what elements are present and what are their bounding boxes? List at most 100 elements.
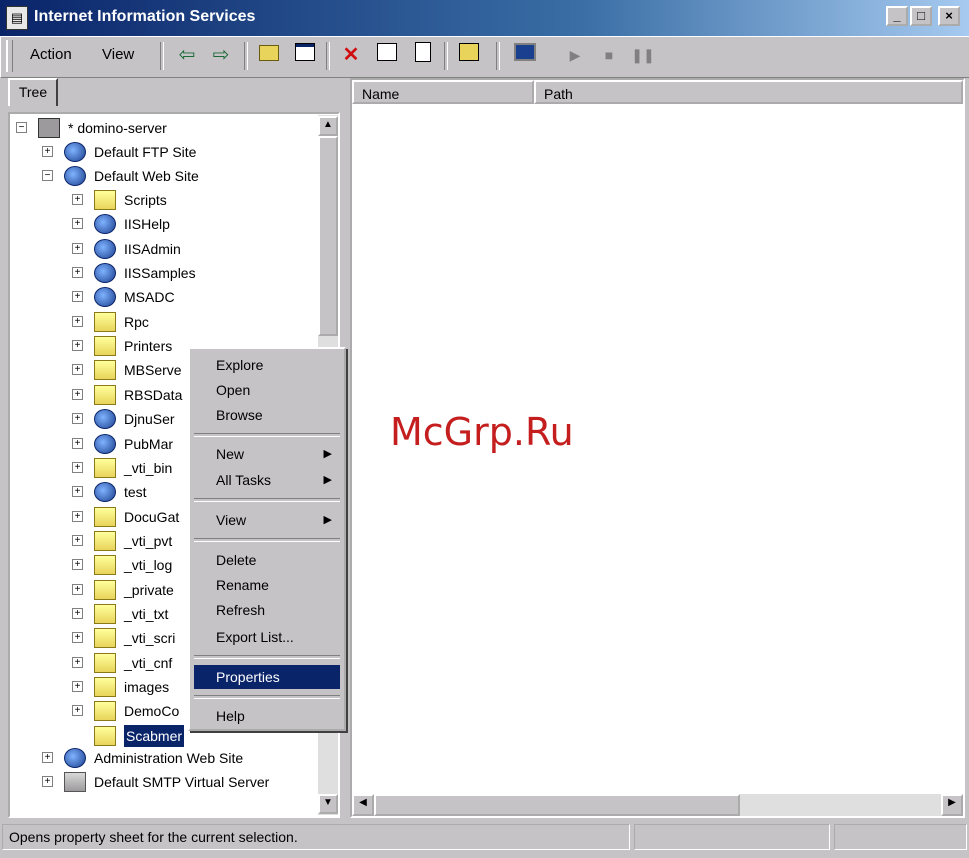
export-icon[interactable] [410,42,436,68]
column-header-path[interactable]: Path [534,80,963,104]
pause-icon[interactable]: ❚❚ [630,42,656,68]
scroll-up-button[interactable]: ▲ [318,116,338,136]
tab-tree[interactable]: Tree [8,78,58,106]
tree-item-label: _vti_log [124,557,173,573]
menu-item-view[interactable]: View ▶ [194,508,340,532]
action-menu[interactable]: Action [30,43,72,67]
menu-item-new[interactable]: New ▶ [194,442,340,466]
tree-item-root[interactable]: − * domino-server [16,116,316,140]
maximize-button[interactable]: □ [910,6,932,26]
menu-item-label: Rename [216,577,269,593]
tree-item-label: DocuGat [124,509,180,525]
status-text: Opens property sheet for the current sel… [2,824,630,850]
tree-item-label: _vti_txt [124,606,169,622]
scroll-left-button[interactable]: ◀ [352,794,374,816]
tree-item-label: IISAdmin [124,241,181,257]
expand-icon[interactable]: + [72,462,83,473]
expand-icon[interactable]: + [72,511,83,522]
tree-item-label: _vti_scri [124,630,176,646]
expand-icon[interactable]: + [72,657,83,668]
expand-icon[interactable]: + [42,752,53,763]
menu-item-label: Browse [216,407,263,423]
tree-item-label: Default Web Site [94,168,199,184]
toolbar-grip[interactable] [6,40,13,72]
folder-icon [94,385,116,405]
tree-item-child[interactable]: + IISAdmin [72,237,312,261]
tree-item-label: Administration Web Site [94,750,244,766]
menu-item-rename[interactable]: Rename [194,573,340,597]
up-folder-icon[interactable] [256,42,282,68]
column-header-name[interactable]: Name [352,80,534,104]
expand-icon[interactable]: + [72,291,83,302]
menu-item-label: Explore [216,357,264,373]
menu-item-help[interactable]: Help [194,704,340,728]
menu-item-properties[interactable]: Properties [194,665,340,689]
expand-icon[interactable]: + [72,218,83,229]
tree-item-ftp[interactable]: + Default FTP Site [42,140,312,164]
tree-item-label: Scripts [124,192,167,208]
scroll-down-button[interactable]: ▼ [318,794,338,814]
expand-icon[interactable]: + [72,340,83,351]
tree-item-child[interactable]: + Scripts [72,188,312,212]
expand-icon[interactable]: + [72,389,83,400]
expand-icon[interactable]: + [72,243,83,254]
expand-icon[interactable]: + [72,559,83,570]
tree-item-child[interactable]: + Rpc [72,310,312,334]
tree-item-child[interactable]: + IISHelp [72,212,312,236]
expand-icon[interactable]: + [72,608,83,619]
expand-icon[interactable]: + [72,438,83,449]
start-icon[interactable]: ▶ [562,42,588,68]
tree-item-smtp[interactable]: + Default SMTP Virtual Server [42,770,312,794]
expand-icon[interactable]: + [72,584,83,595]
expand-icon[interactable]: + [72,681,83,692]
menu-separator [194,433,340,437]
expand-icon[interactable]: + [42,146,53,157]
expand-icon[interactable]: + [72,194,83,205]
menu-item-open[interactable]: Open [194,378,340,402]
tree-item-label: PubMar [124,436,174,452]
expand-icon[interactable]: + [72,316,83,327]
folder-icon [94,507,116,527]
virtual-directory-icon [94,287,116,307]
scroll-thumb[interactable] [318,136,338,336]
close-button[interactable]: × [938,6,960,26]
new-window-icon[interactable] [456,42,482,68]
horizontal-scroll-thumb[interactable] [374,794,740,816]
menu-item-browse[interactable]: Browse [194,403,340,427]
tree-item-label: images [124,679,170,695]
menu-item-delete[interactable]: Delete [194,548,340,572]
menu-item-explore[interactable]: Explore [194,353,340,377]
folder-icon [94,701,116,721]
menu-item-export-list[interactable]: Export List... [194,625,340,649]
forward-arrow-icon[interactable]: ⇨ [208,42,234,68]
menu-item-all-tasks[interactable]: All Tasks ▶ [194,468,340,492]
show-tree-icon[interactable] [292,42,318,68]
menu-item-refresh[interactable]: Refresh [194,598,340,622]
tree-item-child[interactable]: + IISSamples [72,261,312,285]
menu-item-label: All Tasks [216,472,271,488]
expand-icon[interactable]: + [42,776,53,787]
tree-item-admin[interactable]: + Administration Web Site [42,746,312,770]
collapse-icon[interactable]: − [42,170,53,181]
tree-item-child[interactable]: + MSADC [72,285,312,309]
scroll-right-button[interactable]: ▶ [941,794,963,816]
back-arrow-icon[interactable]: ⇦ [174,42,200,68]
expand-icon[interactable]: + [72,486,83,497]
minimize-button[interactable]: _ [886,6,908,26]
expand-icon[interactable]: + [72,267,83,278]
expand-icon[interactable]: + [72,364,83,375]
properties-icon[interactable] [374,42,400,68]
expand-icon[interactable]: + [72,413,83,424]
expand-icon[interactable]: + [72,632,83,643]
expand-icon[interactable]: + [72,535,83,546]
collapse-icon[interactable]: − [16,122,27,133]
stop-icon[interactable]: ■ [596,42,622,68]
tree-item-web[interactable]: − Default Web Site [42,164,312,188]
computer-icon[interactable] [512,42,538,68]
tree-item-label: MSADC [124,289,175,305]
folder-icon [94,336,116,356]
iis-icon[interactable]: ▤ [6,6,28,30]
delete-icon[interactable]: ✕ [338,42,364,68]
view-menu[interactable]: View [102,43,134,67]
expand-icon[interactable]: + [72,705,83,716]
